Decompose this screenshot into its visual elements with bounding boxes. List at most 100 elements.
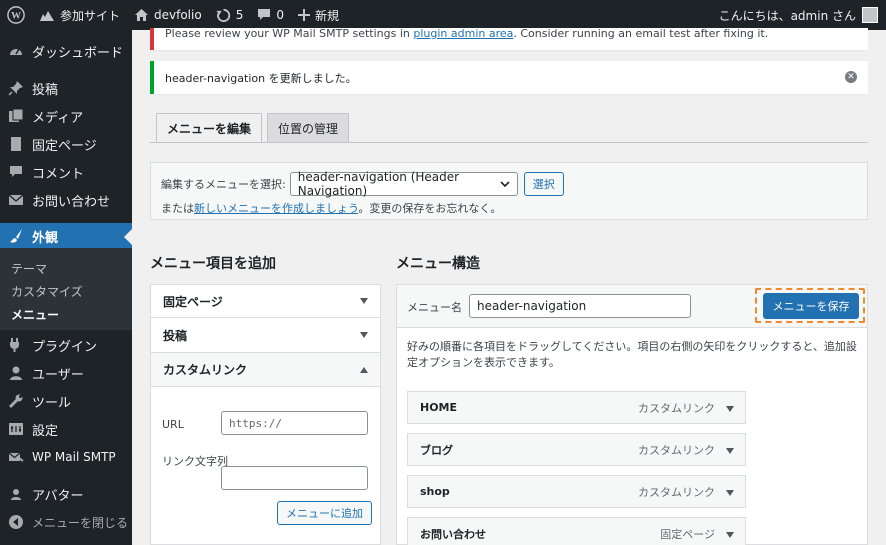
- sidebar-item-tools[interactable]: ツール: [0, 387, 132, 415]
- sidebar-label: WP Mail SMTP: [32, 450, 116, 464]
- create-new-menu-link[interactable]: 新しいメニューを作成しましょう: [194, 202, 358, 215]
- menu-name-input[interactable]: header-navigation: [469, 294, 691, 318]
- sidebar-label: メニューを閉じる: [32, 515, 129, 530]
- triangle-down-icon: [360, 332, 368, 338]
- wordpress-logo-icon[interactable]: W: [0, 0, 32, 30]
- plugin-icon: [8, 337, 24, 353]
- link-text-input[interactable]: [221, 466, 368, 490]
- accordion-section-custom-links[interactable]: カスタムリンク: [151, 353, 380, 387]
- menu-item-contact[interactable]: お問い合わせ 固定ページ: [407, 517, 746, 545]
- new-content-menu[interactable]: 新規: [291, 0, 346, 30]
- sidebar-item-avatar[interactable]: アバター: [0, 480, 132, 508]
- menu-select-dropdown[interactable]: header-navigation (Header Navigation): [289, 170, 518, 198]
- menu-item-type: カスタムリンク: [638, 401, 715, 415]
- tab-edit-menus[interactable]: メニューを編集: [156, 113, 263, 143]
- sidebar-item-users[interactable]: ユーザー: [0, 359, 132, 387]
- note-suffix: 。変更の保存をお忘れなく。: [358, 202, 502, 215]
- submenu-item-customize[interactable]: カスタマイズ: [11, 283, 83, 300]
- sidebar-item-contact[interactable]: お問い合わせ: [0, 186, 132, 214]
- menu-item-label: ブログ: [420, 443, 453, 457]
- sidebar-label: お問い合わせ: [32, 194, 111, 210]
- sidebar-item-plugins[interactable]: プラグイン: [0, 331, 132, 359]
- success-notice: header-navigation を更新しました。 ✕: [150, 61, 868, 94]
- dismiss-icon[interactable]: ✕: [845, 71, 857, 83]
- my-sites-menu[interactable]: 参加サイト: [32, 0, 127, 30]
- svg-text:W: W: [11, 11, 21, 22]
- appearance-submenu: テーマ カスタマイズ メニュー: [0, 248, 132, 330]
- save-menu-button[interactable]: メニューを保存: [763, 293, 859, 319]
- account-greeting: こんにちは、admin さん: [718, 8, 856, 23]
- admin-sidebar: ダッシュボード 投稿 メディア 固定ページ コメント お問い合わせ 外観 テーマ…: [0, 30, 132, 545]
- updates-count: 5: [235, 8, 244, 22]
- url-label: URL: [162, 418, 184, 431]
- accordion-section-posts[interactable]: 投稿: [151, 318, 380, 353]
- triangle-down-icon: [360, 298, 368, 304]
- avatar: [862, 7, 878, 23]
- menu-item-blog[interactable]: ブログ カスタムリンク: [407, 433, 746, 466]
- triangle-down-icon[interactable]: [726, 406, 734, 412]
- page-icon: [8, 136, 24, 152]
- plugin-admin-link[interactable]: plugin admin area: [413, 28, 513, 40]
- triangle-down-icon[interactable]: [726, 448, 734, 454]
- wrench-icon: [8, 393, 24, 409]
- triangle-down-icon[interactable]: [726, 490, 734, 496]
- sidebar-label: プラグイン: [32, 339, 98, 355]
- sidebar-item-comments[interactable]: コメント: [0, 158, 132, 186]
- submenu-item-theme[interactable]: テーマ: [11, 260, 47, 277]
- sidebar-label: ユーザー: [32, 367, 84, 383]
- sidebar-label: 外観: [32, 230, 59, 246]
- site2-name: devfolio: [154, 8, 202, 22]
- accordion-section-pages[interactable]: 固定ページ: [151, 285, 380, 318]
- plus-icon: [297, 9, 310, 21]
- drag-instructions: 好みの順番に各項目をドラッグしてください。項目の右側の矢印をクリックすると、追加…: [407, 340, 857, 369]
- triangle-down-icon[interactable]: [726, 532, 734, 538]
- menu-item-shop[interactable]: shop カスタムリンク: [407, 475, 746, 508]
- add-items-accordion: 固定ページ 投稿 カスタムリンク URL https:// リンク文字列 メニュ…: [150, 284, 381, 545]
- site-menu[interactable]: devfolio: [127, 0, 209, 30]
- menu-structure-header: メニュー名 header-navigation メニューを保存: [397, 285, 867, 328]
- sidebar-item-appearance[interactable]: 外観: [0, 223, 132, 249]
- error-text-after: . Consider running an email test after f…: [513, 28, 769, 40]
- sidebar-item-media[interactable]: メディア: [0, 102, 132, 130]
- sidebar-label: コメント: [32, 166, 85, 182]
- menu-item-type: カスタムリンク: [638, 443, 715, 457]
- admin-bar: W 参加サイト devfolio 5 0 新規 こんにちは、admin さん: [0, 0, 886, 30]
- updates-menu[interactable]: 5: [209, 0, 251, 30]
- select-menu-row: 編集するメニューを選択: header-navigation (Header N…: [161, 170, 564, 198]
- nav-tabs: メニューを編集 位置の管理: [156, 113, 354, 143]
- menu-item-home[interactable]: HOME カスタムリンク: [407, 391, 746, 424]
- select-menu-label: 編集するメニューを選択:: [161, 178, 286, 191]
- comments-menu[interactable]: 0: [250, 0, 291, 30]
- avatar-icon: [8, 486, 24, 502]
- menu-item-label: shop: [420, 485, 450, 498]
- pin-icon: [8, 80, 24, 96]
- note-prefix: または: [161, 202, 194, 215]
- sidebar-item-posts[interactable]: 投稿: [0, 74, 132, 102]
- collapse-menu-button[interactable]: メニューを閉じる: [0, 508, 132, 536]
- my-sites-icon: [40, 11, 54, 21]
- my-account-menu[interactable]: こんにちは、admin さん: [719, 7, 886, 24]
- select-button[interactable]: 選択: [523, 172, 564, 196]
- menu-item-type: カスタムリンク: [638, 485, 715, 499]
- accordion-section-title: 投稿: [163, 328, 188, 343]
- success-notice-text: header-navigation を更新しました。: [165, 71, 357, 85]
- site-name: 参加サイト: [60, 8, 121, 23]
- sidebar-item-dashboard[interactable]: ダッシュボード: [0, 37, 132, 65]
- user-icon: [8, 365, 24, 381]
- comment-icon: [8, 164, 24, 180]
- sidebar-item-wpmail[interactable]: WP Mail SMTP: [0, 443, 132, 471]
- select-menu-note: または新しいメニューを作成しましょう。変更の保存をお忘れなく。: [161, 200, 501, 216]
- accordion-section-title: カスタムリンク: [163, 363, 248, 377]
- tabs-divider: [150, 142, 868, 143]
- url-input[interactable]: https://: [221, 411, 368, 435]
- sidebar-label: ツール: [32, 395, 72, 411]
- add-to-menu-button[interactable]: メニューに追加: [277, 501, 372, 525]
- tab-manage-locations[interactable]: 位置の管理: [267, 113, 350, 143]
- sidebar-label: アバター: [32, 488, 84, 504]
- chevron-down-icon: [500, 181, 510, 188]
- submenu-item-menus[interactable]: メニュー: [11, 306, 59, 323]
- sidebar-item-settings[interactable]: 設定: [0, 415, 132, 443]
- paintbrush-icon: [8, 228, 24, 244]
- menu-structure-title: メニュー構造: [396, 256, 480, 272]
- sidebar-item-pages[interactable]: 固定ページ: [0, 130, 132, 158]
